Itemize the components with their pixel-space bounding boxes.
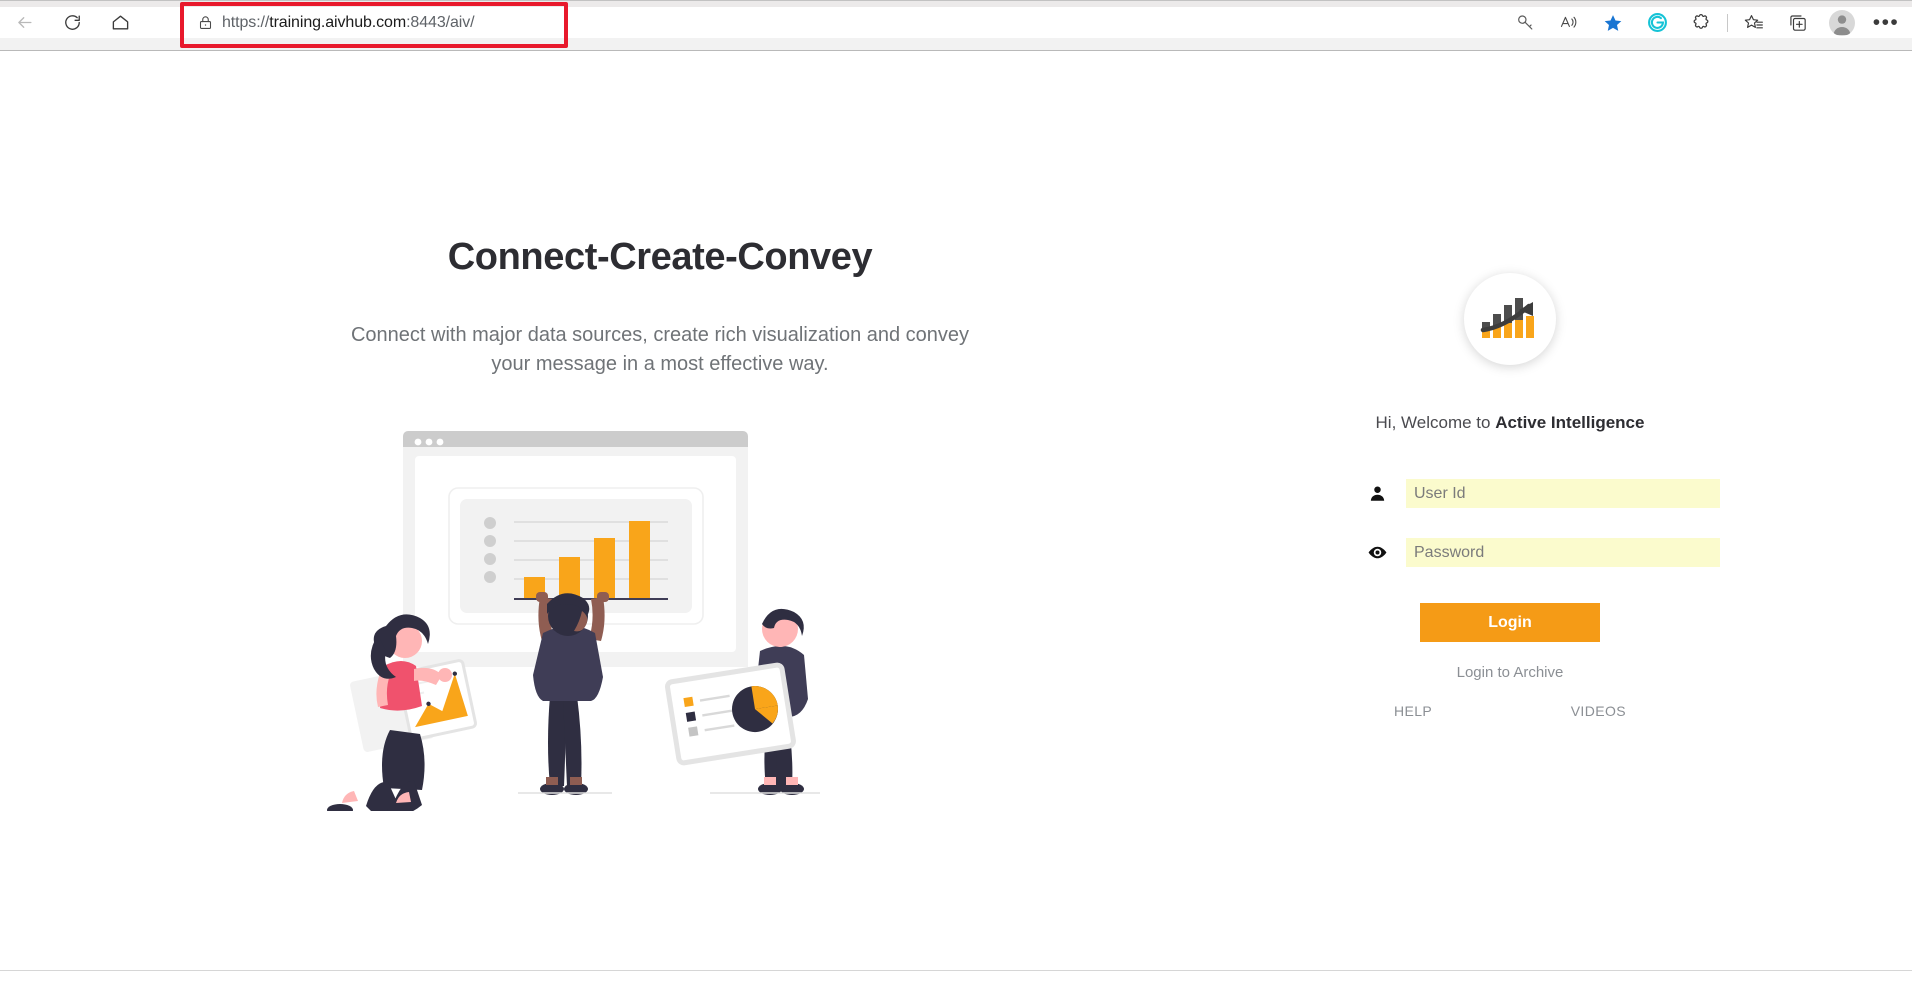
eye-icon[interactable] [1360, 542, 1394, 563]
grammarly-icon[interactable] [1635, 7, 1679, 38]
page-title: Connect-Create-Convey [447, 236, 873, 278]
password-input[interactable] [1406, 538, 1720, 567]
key-icon[interactable] [1503, 7, 1547, 38]
browser-toolbar: https://training.aivhub.com:8443/aiv/ ••… [0, 0, 1912, 51]
footer-links: HELP VIDEOS [1394, 703, 1626, 719]
brand-name: Active Intelligence [1495, 413, 1645, 432]
welcome-text: Hi, Welcome to Active Intelligence [1300, 413, 1720, 433]
browser-toolbar-actions: ••• [1503, 7, 1908, 38]
videos-link[interactable]: VIDEOS [1571, 703, 1626, 719]
browser-tabstrip [0, 0, 1912, 7]
login-button[interactable]: Login [1420, 603, 1600, 642]
promo-section: Connect-Create-Convey Connect with major… [160, 236, 1160, 379]
collections-icon[interactable] [1732, 7, 1776, 38]
url-path: :8443/aiv/ [406, 13, 475, 31]
page-bottom-divider [0, 970, 1912, 971]
back-button[interactable] [0, 7, 48, 38]
address-bar[interactable]: https://training.aivhub.com:8443/aiv/ [188, 9, 1389, 36]
avatar [1829, 9, 1855, 36]
active-intelligence-logo [1464, 273, 1556, 365]
read-aloud-icon[interactable] [1547, 7, 1591, 38]
user-id-input[interactable] [1406, 479, 1720, 508]
url-text: https://training.aivhub.com:8443/aiv/ [222, 13, 475, 32]
lock-icon[interactable] [188, 9, 222, 36]
address-bar-actions [1503, 7, 1635, 38]
login-panel: Hi, Welcome to Active Intelligence Login [1300, 273, 1720, 719]
login-to-archive-link[interactable]: Login to Archive [1300, 664, 1720, 681]
person-icon [1360, 484, 1394, 503]
profile-avatar[interactable] [1820, 7, 1864, 38]
url-host: training.aivhub.com [269, 13, 407, 31]
browser-nav-buttons [0, 7, 144, 38]
password-row [1300, 538, 1720, 567]
favorite-star-icon[interactable] [1591, 7, 1635, 38]
more-menu-label: ••• [1872, 10, 1900, 34]
url-scheme: https:// [222, 13, 270, 31]
user-id-row [1300, 479, 1720, 508]
page-subtitle: Connect with major data sources, create … [350, 324, 970, 375]
home-button[interactable] [96, 7, 144, 38]
help-link[interactable]: HELP [1394, 703, 1432, 719]
welcome-prefix: Hi, Welcome to [1375, 413, 1496, 432]
extensions-icon[interactable] [1679, 7, 1723, 38]
split-screen-icon[interactable] [1776, 7, 1820, 38]
data-visualization-illustration [300, 411, 860, 811]
settings-more-icon[interactable]: ••• [1864, 7, 1908, 38]
toolbar-divider [1727, 13, 1728, 32]
refresh-button[interactable] [48, 7, 96, 38]
login-page: Connect-Create-Convey Connect with major… [0, 51, 1912, 985]
